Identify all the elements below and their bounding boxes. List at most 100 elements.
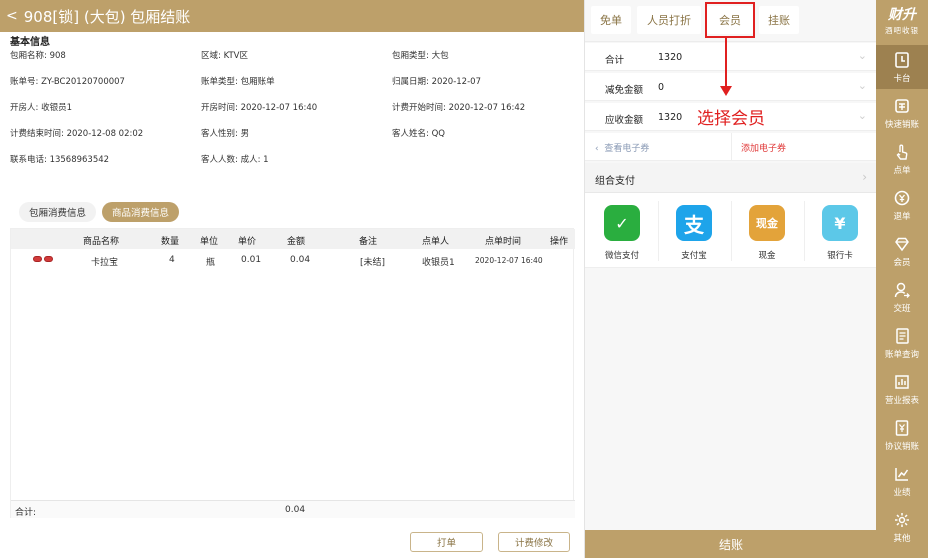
sidebar-item-quick-clear[interactable]: 快速销账	[876, 91, 928, 135]
pay-label: 银行卡	[827, 251, 853, 261]
sidebar: 财升 酒吧收银 卡台 快速销账 点单 退单 会员 交班 账单查询 营业报表 协议…	[876, 0, 928, 558]
page-title: 908[锁] (大包) 包厢结账	[23, 7, 191, 26]
agreement-icon	[895, 419, 909, 436]
bill-panel: < 908[锁] (大包) 包厢结账 基本信息 包厢名称: 908 区域: KT…	[0, 0, 584, 558]
col-qty: 数量	[161, 237, 180, 247]
sidebar-item-member[interactable]: 会员	[876, 229, 928, 273]
tag-icon	[33, 256, 42, 262]
cell-unit: 瓶	[206, 258, 216, 268]
tab-free-bill[interactable]: 免单	[591, 6, 631, 34]
order-icon	[896, 144, 908, 160]
pay-bank-card[interactable]: ¥ 银行卡	[805, 203, 875, 263]
tab-goods-consume[interactable]: 商品消费信息	[102, 202, 180, 222]
card-table-icon	[895, 51, 909, 68]
shift-icon	[894, 282, 910, 298]
tab-credit[interactable]: 挂账	[759, 6, 799, 34]
info-open-time: 开房时间: 2020-12-07 16:40	[201, 103, 318, 113]
combo-pay-label: 组合支付	[595, 176, 635, 187]
cell-price: 0.01	[241, 255, 262, 265]
amount-label: 减免金额	[605, 85, 644, 96]
col-orderer: 点单人	[422, 237, 450, 247]
brand-logo: 财升 酒吧收银	[876, 4, 928, 36]
info-opener: 开房人: 收银员1	[10, 103, 72, 113]
sidebar-item-label: 账单查询	[884, 349, 919, 360]
tab-room-consume[interactable]: 包厢消费信息	[19, 202, 97, 222]
col-action: 操作	[550, 237, 569, 247]
member-highlight-box	[705, 2, 755, 38]
divider	[731, 133, 732, 161]
annotation-arrow-head	[720, 86, 732, 96]
pay-wechat[interactable]: ✓ 微信支付	[587, 203, 657, 263]
sidebar-item-label: 交班	[893, 303, 911, 314]
info-guest-count: 客人人数: 成人: 1	[201, 155, 269, 165]
cell-time: 2020-12-07 16:40	[475, 256, 543, 265]
sidebar-item-card-table[interactable]: 卡台	[876, 45, 928, 89]
amount-label: 合计	[605, 55, 625, 66]
back-icon[interactable]: <	[6, 8, 18, 24]
sidebar-item-order[interactable]: 点单	[876, 137, 928, 181]
sidebar-item-bill-query[interactable]: 账单查询	[876, 321, 928, 365]
info-row: 账单号: ZY-BC20120700007 账单类型: 包厢账单 归属日期: 2…	[10, 75, 580, 89]
wechat-pay-icon: ✓	[604, 205, 640, 241]
alipay-icon: 支	[676, 205, 712, 241]
voucher-row: ‹ 查看电子券 添加电子券	[585, 133, 877, 161]
brand-sub: 酒吧收银	[885, 26, 919, 35]
app-root: < 908[锁] (大包) 包厢结账 基本信息 包厢名称: 908 区域: KT…	[0, 0, 928, 558]
report-icon	[895, 374, 909, 389]
goods-table: 商品名称 数量 单位 单价 金额 备注 点单人 点单时间 操作 卡拉宝 4 瓶 …	[10, 228, 575, 518]
sidebar-item-label: 快速销账	[884, 119, 919, 130]
amount-label: 应收金额	[605, 115, 644, 126]
settings-icon	[895, 512, 909, 527]
view-voucher-link[interactable]: ‹ 查看电子券	[595, 141, 649, 154]
sidebar-item-return[interactable]: 退单	[876, 183, 928, 227]
tag-icon	[44, 256, 53, 262]
tab-staff-discount[interactable]: 人员打折	[637, 6, 701, 34]
payment-methods: ✓ 微信支付 支 支付宝 现金 现金 ¥ 银行卡	[585, 193, 877, 268]
pay-label: 现金	[758, 251, 776, 261]
sidebar-item-performance[interactable]: 业绩	[876, 459, 928, 503]
cell-qty: 4	[169, 255, 175, 265]
info-area: 区域: KTV区	[201, 51, 248, 61]
performance-icon	[895, 467, 909, 481]
sidebar-item-agreement[interactable]: 协议销账	[876, 413, 928, 457]
combo-pay-row[interactable]: 组合支付 ›	[585, 163, 877, 193]
sidebar-item-report[interactable]: 营业报表	[876, 367, 928, 411]
checkout-panel: 免单 人员打折 会员 挂账 合计 1320 ⌄ 减免金额 0 ⌄ 应收金额 13…	[584, 0, 877, 558]
table-row[interactable]: 卡拉宝 4 瓶 0.01 0.04 [未结] 收银员1 2020-12-07 1…	[11, 251, 575, 269]
sidebar-item-label: 营业报表	[884, 395, 919, 406]
pay-cash[interactable]: 现金 现金	[732, 203, 802, 263]
col-unit: 单位	[200, 237, 219, 247]
print-button[interactable]: 打单	[410, 532, 483, 552]
table-total-bar: 合计: 0.04	[11, 500, 575, 518]
billing-modify-button[interactable]: 计费修改	[498, 532, 570, 552]
chevron-down-icon: ⌄	[857, 79, 867, 92]
info-row: 包厢名称: 908 区域: KTV区 包厢类型: 大包	[10, 49, 580, 63]
add-voucher-link[interactable]: 添加电子券	[741, 141, 786, 154]
col-time: 点单时间	[485, 237, 522, 247]
pay-label: 微信支付	[604, 251, 639, 261]
info-bill-type: 账单类型: 包厢账单	[201, 77, 275, 87]
info-row: 计费结束时间: 2020-12-08 02:02 客人性别: 男 客人姓名: Q…	[10, 127, 580, 141]
col-price: 单价	[238, 237, 257, 247]
sidebar-item-label: 卡台	[893, 73, 911, 84]
checkout-button[interactable]: 结账	[585, 530, 877, 558]
amount-value: 0	[658, 82, 665, 93]
cash-icon: 现金	[749, 205, 785, 241]
return-icon	[894, 190, 910, 205]
annotation-text: 选择会员	[697, 109, 765, 129]
sidebar-item-label: 点单	[893, 165, 911, 176]
checkout-tabs: 免单 人员打折 会员 挂账	[585, 0, 877, 42]
info-belong-date: 归属日期: 2020-12-07	[392, 77, 481, 87]
info-room-type: 包厢类型: 大包	[392, 51, 449, 61]
brand-name: 财升	[888, 7, 916, 23]
info-billing-end: 计费结束时间: 2020-12-08 02:02	[10, 129, 144, 139]
sidebar-item-label: 协议销账	[884, 441, 919, 452]
basic-info-title: 基本信息	[10, 37, 50, 48]
sidebar-item-other[interactable]: 其他	[876, 505, 928, 549]
consume-tabs: 包厢消费信息 商品消费信息	[19, 202, 180, 222]
sidebar-item-shift[interactable]: 交班	[876, 275, 928, 319]
info-row: 联系电话: 13568963542 客人人数: 成人: 1	[10, 153, 580, 167]
pay-alipay[interactable]: 支 支付宝	[659, 203, 729, 263]
info-row: 开房人: 收银员1 开房时间: 2020-12-07 16:40 计费开始时间:…	[10, 101, 580, 115]
cell-orderer: 收银员1	[422, 258, 455, 268]
